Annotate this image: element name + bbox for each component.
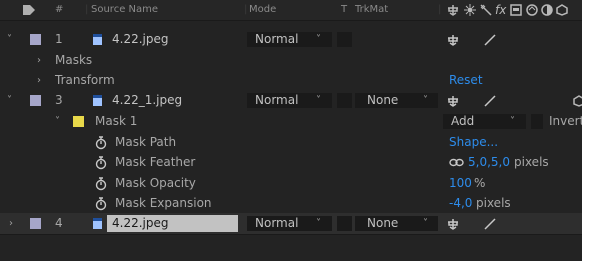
stopwatch-icon[interactable] bbox=[95, 197, 107, 211]
shy-icon[interactable] bbox=[447, 4, 460, 16]
layer-name[interactable]: 4.22_1.jpeg bbox=[112, 90, 182, 111]
fx-icon[interactable]: fx bbox=[495, 0, 506, 20]
layer-name[interactable]: 4.22.jpeg bbox=[112, 29, 168, 50]
stopwatch-icon[interactable] bbox=[95, 136, 107, 150]
reset-link[interactable]: Reset bbox=[449, 70, 483, 91]
layer-number: 3 bbox=[55, 93, 63, 107]
label-color-swatch[interactable] bbox=[30, 95, 41, 106]
mask-opacity-row: Mask Opacity 100 % bbox=[0, 173, 582, 194]
chevron-down-icon[interactable]: ˅ bbox=[510, 111, 515, 132]
mask-feather-value[interactable]: 5,0,5,0 bbox=[468, 152, 510, 173]
chevron-right-icon[interactable]: › bbox=[37, 50, 41, 71]
chevron-down-icon[interactable]: ˅ bbox=[316, 29, 321, 50]
mask-mode-value: Add bbox=[451, 114, 475, 128]
shy-icon[interactable] bbox=[447, 218, 460, 230]
chevron-down-icon[interactable]: ˅ bbox=[316, 90, 321, 111]
quality-icon[interactable] bbox=[484, 34, 496, 46]
file-icon bbox=[93, 95, 102, 106]
header-trkmat[interactable]: TrkMat bbox=[355, 0, 388, 20]
header-t: T bbox=[341, 4, 348, 15]
layer-number: 4 bbox=[55, 216, 63, 230]
3d-icon[interactable] bbox=[573, 95, 582, 107]
label-color-swatch[interactable] bbox=[30, 218, 41, 229]
link-icon[interactable] bbox=[449, 158, 464, 167]
mask-opacity-unit: % bbox=[474, 176, 486, 190]
mask-expansion-unit: pixels bbox=[476, 196, 511, 210]
chevron-down-icon[interactable]: ˅ bbox=[7, 29, 12, 50]
masks-group-row[interactable]: › Masks bbox=[0, 50, 582, 71]
inverted-label: Inverte bbox=[549, 114, 582, 128]
mask-feather-unit: pixels bbox=[514, 155, 549, 169]
mask-name[interactable]: Mask 1 bbox=[95, 111, 137, 132]
shy-icon[interactable] bbox=[447, 34, 460, 46]
shy-icon[interactable] bbox=[447, 95, 460, 107]
3d-icon[interactable] bbox=[556, 4, 568, 16]
preserve-transparency-toggle[interactable] bbox=[337, 216, 352, 231]
chevron-right-icon[interactable]: › bbox=[37, 70, 41, 91]
mask-expansion-value[interactable]: -4,0 bbox=[449, 193, 472, 214]
preserve-transparency-toggle[interactable] bbox=[337, 32, 352, 47]
timeline-layer-panel: # | Source Name | Mode T TrkMat | fx ˅ 1… bbox=[0, 0, 582, 261]
quality-icon[interactable] bbox=[484, 95, 496, 107]
layer-row[interactable]: ˅ 3 4.22_1.jpeg Normal ˅ None ˅ bbox=[0, 90, 582, 111]
mask-expansion-label: Mask Expansion bbox=[115, 196, 212, 210]
header-divider: | bbox=[244, 4, 248, 15]
motion-blur-icon[interactable] bbox=[510, 4, 522, 16]
stopwatch-icon[interactable] bbox=[95, 156, 107, 170]
trkmat-value: None bbox=[367, 93, 399, 107]
label-color-swatch[interactable] bbox=[30, 34, 41, 45]
mode-value: Normal bbox=[255, 93, 299, 107]
layer-row[interactable]: › 4 4.22.jpeg Normal ˅ None ˅ bbox=[0, 213, 582, 234]
mask-expansion-row: Mask Expansion -4,0 pixels bbox=[0, 193, 582, 214]
quality-icon[interactable] bbox=[484, 218, 496, 230]
chevron-down-icon[interactable]: ˅ bbox=[55, 111, 60, 132]
transform-label: Transform bbox=[55, 73, 115, 87]
chevron-down-icon[interactable]: ˅ bbox=[7, 90, 12, 111]
mask-feather-row: Mask Feather 5,0,5,0 pixels bbox=[0, 152, 582, 173]
mask-feather-label: Mask Feather bbox=[115, 155, 196, 169]
preserve-transparency-toggle[interactable] bbox=[337, 93, 352, 108]
column-header: # | Source Name | Mode T TrkMat | fx bbox=[0, 0, 582, 20]
tag-icon[interactable] bbox=[22, 4, 36, 16]
file-icon bbox=[93, 34, 102, 45]
mode-value: Normal bbox=[255, 216, 299, 230]
layer-row[interactable]: ˅ 1 4.22.jpeg Normal ˅ bbox=[0, 29, 582, 50]
chevron-down-icon[interactable]: ˅ bbox=[423, 90, 428, 111]
file-icon bbox=[93, 218, 102, 229]
mask-path-value[interactable]: Shape... bbox=[449, 132, 498, 153]
chevron-right-icon[interactable]: › bbox=[9, 213, 13, 234]
collapse-icon[interactable] bbox=[464, 4, 476, 16]
chevron-down-icon[interactable]: ˅ bbox=[423, 213, 428, 234]
header-hash: # bbox=[55, 4, 64, 15]
mask-path-row: Mask Path Shape... bbox=[0, 132, 582, 153]
frame-blending-icon[interactable] bbox=[526, 4, 538, 16]
mask-opacity-label: Mask Opacity bbox=[115, 176, 196, 190]
masks-label: Masks bbox=[55, 53, 93, 67]
mode-value: Normal bbox=[255, 32, 299, 46]
inverted-checkbox[interactable] bbox=[531, 114, 543, 129]
chevron-down-icon[interactable]: ˅ bbox=[316, 213, 321, 234]
stopwatch-icon[interactable] bbox=[95, 177, 107, 191]
header-divider: | bbox=[438, 4, 442, 15]
mask-opacity-value[interactable]: 100 bbox=[449, 173, 472, 194]
adjustment-icon[interactable] bbox=[541, 4, 553, 16]
mask-row[interactable]: ˅ Mask 1 Add ˅ Inverte bbox=[0, 111, 582, 132]
quality-icon[interactable] bbox=[480, 4, 492, 16]
mask-color-swatch[interactable] bbox=[73, 116, 84, 127]
trkmat-value: None bbox=[367, 216, 399, 230]
layer-number: 1 bbox=[55, 32, 63, 46]
layer-name[interactable]: 4.22.jpeg bbox=[112, 213, 168, 234]
header-mode[interactable]: Mode bbox=[249, 0, 276, 20]
header-divider: | bbox=[85, 4, 89, 15]
mask-path-label: Mask Path bbox=[115, 135, 177, 149]
header-source-name[interactable]: Source Name bbox=[91, 0, 158, 20]
transform-group-row[interactable]: › Transform Reset bbox=[0, 70, 582, 91]
